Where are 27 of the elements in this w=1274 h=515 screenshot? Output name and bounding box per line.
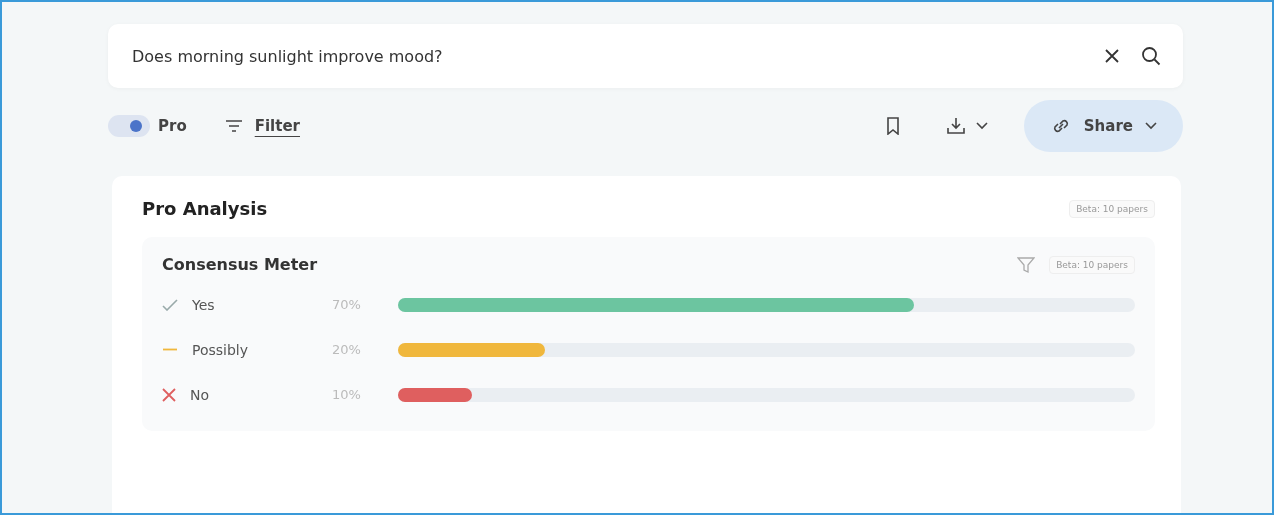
download-icon bbox=[945, 116, 966, 136]
bookmark-icon[interactable] bbox=[885, 117, 900, 135]
percent-reading: 10% bbox=[332, 387, 362, 402]
toggle-label: Pro bbox=[158, 117, 187, 135]
caret-icon bbox=[1145, 122, 1157, 130]
meter-title: Consensus Meter bbox=[162, 255, 318, 274]
search-field[interactable]: Does morning sunlight improve mood? bbox=[130, 45, 1083, 67]
answer-label: No bbox=[190, 386, 210, 403]
percent-reading: 20% bbox=[332, 342, 362, 357]
beta-badge: Beta: 10 papers bbox=[1049, 255, 1135, 274]
filter-icon bbox=[224, 119, 243, 133]
caret-icon bbox=[975, 122, 988, 130]
pro-toggle[interactable] bbox=[108, 115, 150, 137]
beta-badge: Beta: 10 papers bbox=[1069, 199, 1155, 218]
check-icon bbox=[162, 298, 178, 311]
filter-button[interactable]: Filter bbox=[224, 117, 300, 135]
answer-label: Possibly bbox=[192, 341, 249, 358]
share-button[interactable]: Share bbox=[1023, 100, 1183, 152]
percent-reading: 70% bbox=[332, 297, 362, 312]
search-bar[interactable]: Does morning sunlight improve mood? bbox=[108, 24, 1183, 88]
answer-label: Yes bbox=[192, 296, 215, 313]
search-icon[interactable] bbox=[1141, 46, 1161, 66]
close-icon[interactable] bbox=[1105, 49, 1119, 63]
cross-icon bbox=[162, 387, 176, 402]
card-title: Pro Analysis bbox=[142, 198, 268, 219]
download-button[interactable] bbox=[945, 116, 988, 136]
dash-icon bbox=[162, 348, 178, 351]
